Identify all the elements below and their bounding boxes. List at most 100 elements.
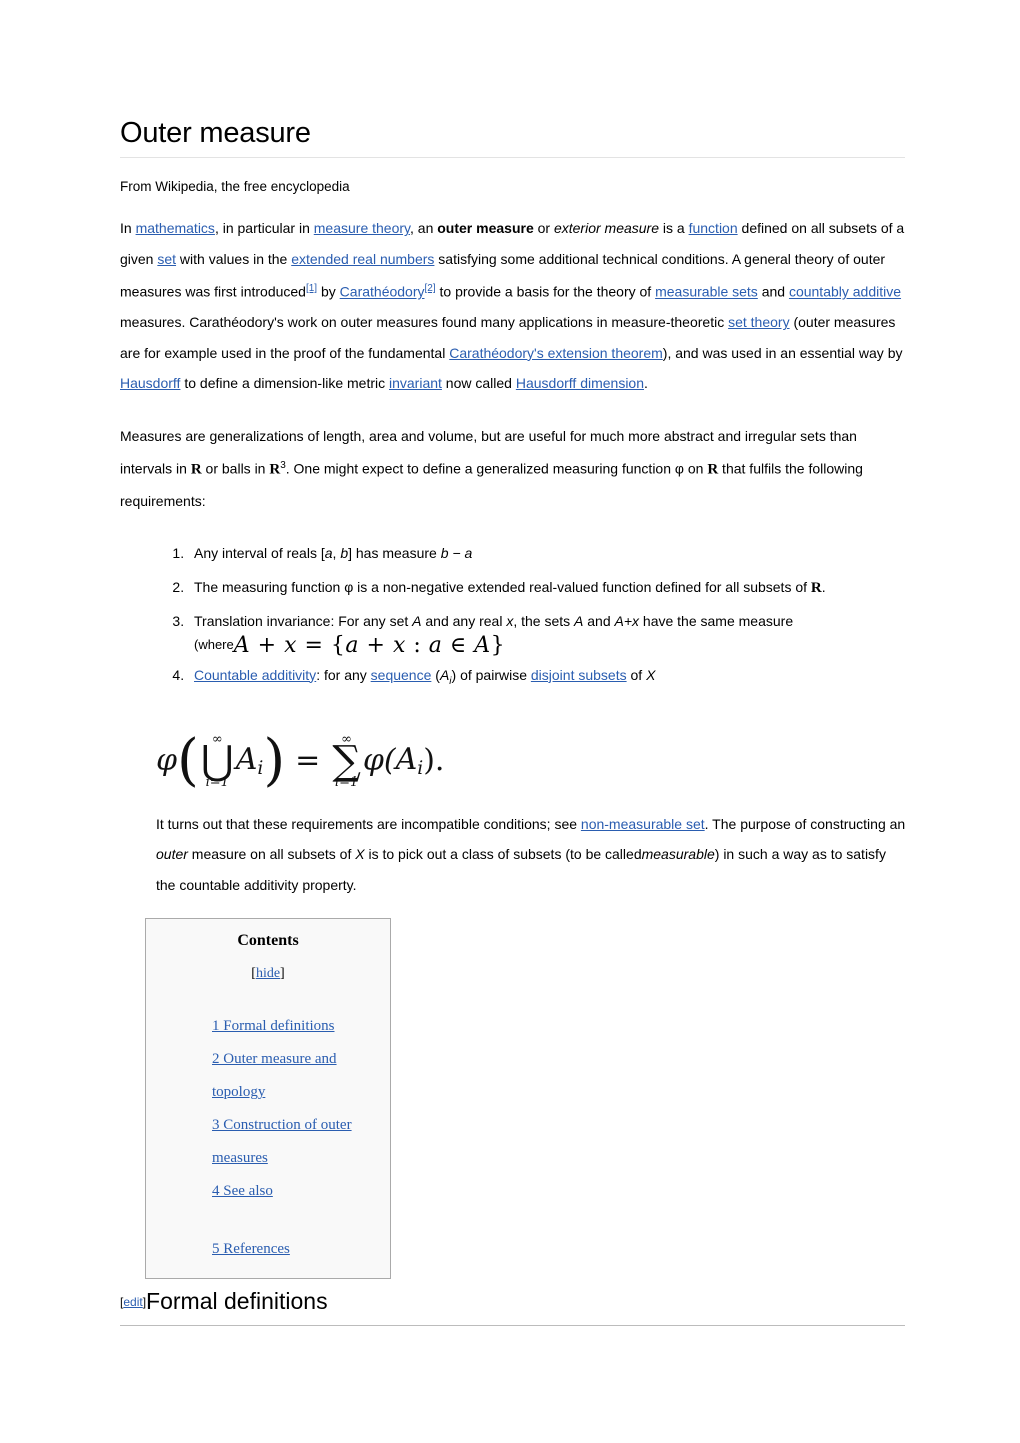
var-a: a — [324, 545, 333, 562]
link-function[interactable]: function — [689, 220, 738, 236]
section-divider — [120, 1324, 905, 1326]
section-heading-formal-definitions: [edit]Formal definitions — [120, 1288, 910, 1316]
text-fragment: is to pick out a class of subsets (to be… — [364, 846, 642, 863]
text-fragment: measures. Carathéodory's work on outer m… — [120, 314, 729, 331]
toc-link-outer-measure-and-topology[interactable]: 2 Outer measure and topology — [212, 1051, 337, 1100]
formula-paren-close: ) — [263, 728, 286, 794]
article-page: Outer measure From Wikipedia, the free e… — [120, 0, 910, 1326]
text-fragment: is a — [659, 220, 689, 237]
link-set-theory[interactable]: set theory — [728, 314, 789, 330]
formula-paren-open: ( — [177, 728, 199, 794]
text-fragment: and — [757, 283, 789, 300]
symbol-reals: R — [810, 579, 822, 596]
var-A-plus-x: A+x — [614, 613, 640, 630]
toc-entry-2: 2 Outer measure and topology — [154, 1043, 382, 1109]
formula-phi-left: φ — [156, 743, 178, 779]
text-fragment: ] has measure — [348, 545, 441, 562]
link-mathematics[interactable]: mathematics — [136, 220, 215, 236]
link-countable-additivity[interactable]: Countable additivity — [194, 667, 316, 683]
toc-link-see-also[interactable]: 4 See also — [212, 1183, 273, 1199]
emph-outer: outer — [156, 846, 188, 863]
text-fragment: . — [821, 578, 826, 595]
text-fragment: and — [583, 613, 615, 630]
text-fragment: to define a dimension-like metric — [180, 375, 389, 392]
text-fragment: now called — [441, 375, 516, 392]
formula-equals: = — [295, 743, 321, 779]
var-b: b — [340, 545, 349, 562]
intro-paragraph: In mathematics, in particular in measure… — [120, 213, 910, 399]
formula-union-operator: ∞ ⋃ i=1 — [201, 733, 234, 789]
text-fragment: and any real — [421, 613, 507, 630]
formula-union-argument: Ai — [236, 742, 264, 779]
link-hausdorff[interactable]: Hausdorff — [120, 375, 180, 391]
link-measure-theory[interactable]: measure theory — [314, 220, 410, 236]
formula-sigma-operator: ∞ ∑ i=1 — [332, 733, 361, 789]
toc-link-construction-of-outer-measures[interactable]: 3 Construction of outer measures — [212, 1117, 352, 1166]
reference-link-2[interactable]: [2] — [425, 283, 436, 294]
summation-icon: ∑ — [332, 737, 361, 784]
formula-sigma-lower-limit: i=1 — [334, 774, 359, 790]
text-fragment: measure on all subsets of — [187, 846, 356, 863]
formula-b-minus-a: b − a — [440, 545, 473, 562]
link-invariant[interactable]: invariant — [389, 375, 442, 391]
reference-link-1[interactable]: [1] — [306, 283, 317, 294]
incompatible-paragraph: It turns out that these requirements are… — [156, 809, 908, 901]
inline-formula-translation: A + x = {a + x : a ∈ A} — [233, 632, 506, 658]
link-caratheodory[interactable]: Carathéodory — [340, 284, 425, 300]
link-set[interactable]: set — [157, 251, 176, 267]
symbol-reals-1: R — [190, 462, 202, 479]
var-X: X — [646, 666, 656, 683]
page-title: Outer measure — [120, 117, 311, 149]
link-caratheodory-extension-theorem[interactable]: Carathéodory's extension theorem — [449, 345, 663, 361]
text-fragment: In — [120, 220, 136, 237]
text-fragment: , an — [410, 220, 438, 237]
section-heading-text: Formal definitions — [146, 1288, 328, 1315]
var-A-2: A — [574, 613, 584, 630]
text-fragment: A — [235, 742, 258, 778]
union-icon: ⋃ — [200, 737, 234, 784]
toc-hide-link[interactable]: hide — [256, 966, 280, 981]
text-fragment: ] — [280, 966, 285, 982]
link-countably-additive[interactable]: countably additive — [789, 284, 901, 300]
formula-sum-argument: Ai — [396, 742, 424, 779]
link-hausdorff-dimension[interactable]: Hausdorff dimension — [516, 375, 644, 391]
emph-measurable: measurable — [641, 846, 715, 863]
text-fragment: of — [626, 666, 647, 683]
toc-title: Contents — [237, 932, 299, 950]
link-extended-real-numbers[interactable]: extended real numbers — [291, 251, 434, 267]
term-exterior-measure: exterior measure — [553, 220, 660, 237]
formula-tail: ). — [423, 743, 445, 779]
toc-link-references[interactable]: 5 References — [212, 1241, 290, 1257]
link-measurable-sets[interactable]: measurable sets — [655, 284, 758, 300]
section-edit-link[interactable]: edit — [123, 1295, 142, 1309]
text-fragment: Translation invariance: For any set — [194, 613, 413, 630]
toc-entry-5: 5 References — [154, 1233, 382, 1266]
link-non-measurable-set[interactable]: non-measurable set — [581, 816, 705, 832]
section-edit-control: [edit] — [120, 1295, 146, 1309]
toc-link-formal-definitions[interactable]: 1 Formal definitions — [212, 1018, 335, 1034]
requirement-item-4: Countable additivity: for any sequence (… — [188, 660, 910, 697]
requirement-item-2: The measuring function φ is a non-negati… — [188, 572, 910, 604]
symbol-reals-2: R — [269, 462, 281, 479]
term-outer-measure: outer measure — [437, 220, 534, 237]
text-fragment: ( — [431, 666, 440, 683]
symbol-reals-3: R — [707, 462, 719, 479]
text-fragment: A — [395, 742, 418, 778]
toc-toggle: [hide] — [154, 966, 382, 982]
reference-marker-2[interactable]: [2] — [425, 283, 436, 294]
site-tagline: From Wikipedia, the free encyclopedia — [120, 179, 350, 195]
link-disjoint-subsets[interactable]: disjoint subsets — [531, 667, 627, 683]
toc-list: 1 Formal definitions 2 Outer measure and… — [154, 1010, 382, 1266]
requirements-list: Any interval of reals [a, b] has measure… — [120, 538, 910, 697]
text-fragment: . The purpose of constructing an — [704, 815, 906, 832]
text-fragment: Any interval of reals [ — [194, 545, 325, 562]
formula-phi-right: φ( — [362, 743, 396, 779]
link-sequence[interactable]: sequence — [371, 667, 432, 683]
reference-marker-1[interactable]: [1] — [306, 283, 317, 294]
toc-entry-1: 1 Formal definitions — [154, 1010, 382, 1043]
text-fragment: It turns out that these requirements are… — [156, 815, 581, 832]
title-divider — [120, 157, 905, 159]
measures-paragraph: Measures are generalizations of length, … — [120, 421, 910, 516]
text-fragment: ) of pairwise — [451, 666, 531, 683]
text-fragment: : for any — [316, 666, 371, 683]
